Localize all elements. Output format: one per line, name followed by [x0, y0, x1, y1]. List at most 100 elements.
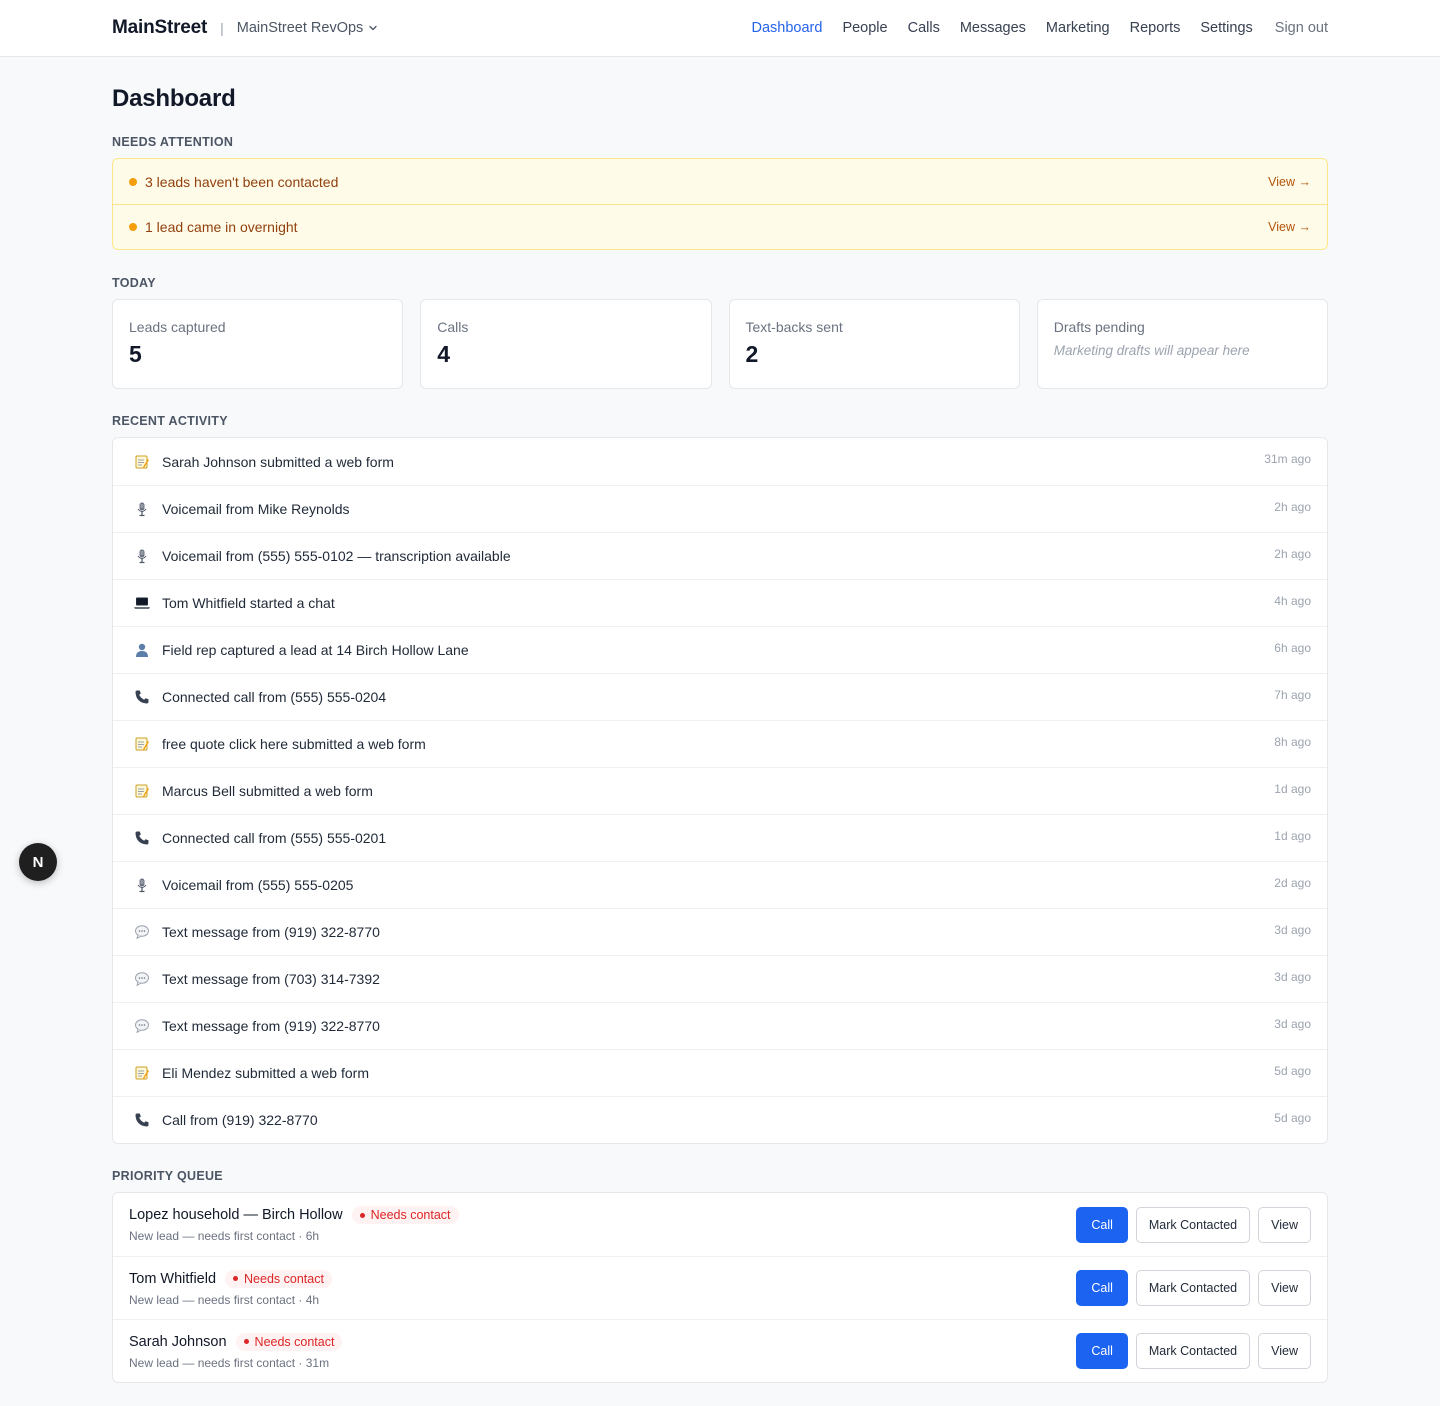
activity-time: 7h ago — [1274, 688, 1311, 702]
queue-item: Lopez household — Birch Hollow Needs cont… — [113, 1193, 1327, 1256]
stat-value: 5 — [129, 341, 142, 367]
alert-view-link[interactable]: View → — [1268, 220, 1311, 234]
speech-bubble-icon — [133, 1017, 151, 1035]
warning-dot-icon — [129, 177, 137, 186]
speech-bubble-icon — [133, 923, 151, 941]
phone-icon — [133, 688, 151, 706]
call-button[interactable]: Call — [1076, 1270, 1128, 1306]
lead-name[interactable]: Sarah Johnson — [129, 1334, 227, 1350]
main-nav: Dashboard People Calls Messages Marketin… — [732, 20, 1329, 36]
nav-settings[interactable]: Settings — [1200, 20, 1252, 36]
microphone-icon — [133, 876, 151, 894]
status-badge: Needs contact — [351, 1206, 459, 1224]
today-label: TODAY — [112, 276, 156, 290]
memo-icon — [133, 735, 151, 753]
dev-tools-badge[interactable]: N — [19, 843, 57, 881]
person-icon — [133, 641, 151, 659]
status-badge-text: Needs contact — [254, 1334, 335, 1349]
memo-icon — [133, 782, 151, 800]
nav-reports[interactable]: Reports — [1130, 20, 1181, 36]
recent-activity-label: RECENT ACTIVITY — [112, 414, 228, 428]
activity-item[interactable]: Eli Mendez submitted a web form 5d ago — [113, 1049, 1327, 1096]
nav-dashboard[interactable]: Dashboard — [752, 20, 823, 36]
mark-contacted-button[interactable]: Mark Contacted — [1135, 1333, 1251, 1369]
activity-time: 2h ago — [1274, 547, 1311, 561]
activity-item[interactable]: Call from (919) 322-8770 5d ago — [113, 1096, 1327, 1143]
status-badge-text: Needs contact — [370, 1208, 451, 1222]
activity-time: 3d ago — [1274, 923, 1311, 937]
priority-queue-label: PRIORITY QUEUE — [112, 1169, 223, 1183]
alert-row: 1 lead came in overnight View → — [113, 204, 1327, 249]
activity-time: 1d ago — [1274, 782, 1311, 796]
activity-text: Voicemail from (555) 555-0205 — [162, 877, 354, 893]
stat-card-leads: Leads captured 5 — [112, 299, 404, 389]
microphone-icon — [133, 547, 151, 565]
view-button[interactable]: View — [1258, 1270, 1311, 1306]
activity-time: 8h ago — [1274, 735, 1311, 749]
status-badge: Needs contact — [235, 1332, 343, 1351]
activity-time: 6h ago — [1274, 641, 1311, 655]
activity-item[interactable]: free quote click here submitted a web fo… — [113, 720, 1327, 767]
activity-time: 3d ago — [1274, 970, 1311, 984]
queue-item: Sarah Johnson Needs contact New lead — nee… — [113, 1319, 1327, 1382]
activity-time: 2d ago — [1274, 876, 1311, 890]
org-switcher[interactable]: MainStreet RevOps — [237, 20, 379, 36]
microphone-icon — [133, 500, 151, 518]
org-name: MainStreet RevOps — [236, 20, 364, 36]
warning-dot-icon — [129, 223, 137, 231]
stat-card-drafts: Drafts pending Marketing drafts will app… — [1036, 299, 1328, 389]
lead-subtitle: New lead — needs first contact · 4h — [129, 1292, 320, 1307]
activity-item[interactable]: Voicemail from (555) 555-0102 — transcri… — [113, 532, 1327, 579]
phone-icon — [133, 829, 151, 847]
activity-item[interactable]: Text message from (919) 322-8770 3d ago — [113, 1002, 1327, 1049]
mark-contacted-button[interactable]: Mark Contacted — [1135, 1206, 1251, 1243]
activity-item[interactable]: Text message from (919) 322-8770 3d ago — [113, 908, 1327, 955]
activity-item[interactable]: Tom Whitfield started a chat 4h ago — [113, 579, 1327, 626]
activity-text: Voicemail from (555) 555-0102 — transcri… — [162, 548, 511, 564]
activity-item[interactable]: Marcus Bell submitted a web form 1d ago — [113, 767, 1327, 814]
lead-name[interactable]: Lopez household — Birch Hollow — [129, 1207, 343, 1223]
lead-subtitle: New lead — needs first contact · 31m — [129, 1355, 330, 1370]
alert-view-link[interactable]: View → — [1268, 175, 1311, 189]
call-button[interactable]: Call — [1076, 1206, 1128, 1243]
status-badge: Needs contact — [225, 1269, 332, 1288]
activity-text: Connected call from (555) 555-0201 — [162, 830, 387, 846]
activity-text: Voicemail from Mike Reynolds — [162, 501, 350, 517]
activity-text: Text message from (919) 322-8770 — [162, 1018, 380, 1034]
view-button[interactable]: View — [1258, 1206, 1311, 1243]
phone-icon — [133, 1111, 151, 1129]
view-button[interactable]: View — [1258, 1333, 1311, 1369]
lead-name[interactable]: Tom Whitfield — [129, 1271, 216, 1287]
logo[interactable]: MainStreet — [112, 17, 207, 39]
activity-time: 31m ago — [1264, 452, 1311, 466]
status-dot-icon — [243, 1339, 249, 1344]
chevron-down-icon — [368, 23, 378, 33]
alert-text: 3 leads haven't been contacted — [145, 173, 339, 190]
stat-label: Leads captured — [129, 319, 226, 335]
sign-out-link[interactable]: Sign out — [1275, 20, 1328, 36]
nav-marketing[interactable]: Marketing — [1046, 20, 1110, 36]
activity-item[interactable]: Voicemail from (555) 555-0205 2d ago — [113, 861, 1327, 908]
top-bar: MainStreet | MainStreet RevOps Dashboard… — [0, 0, 1440, 57]
activity-text: Sarah Johnson submitted a web form — [162, 453, 394, 470]
lead-subtitle: New lead — needs first contact · 6h — [129, 1229, 320, 1243]
nav-people[interactable]: People — [842, 20, 887, 36]
call-button[interactable]: Call — [1076, 1333, 1128, 1369]
mark-contacted-button[interactable]: Mark Contacted — [1135, 1270, 1251, 1306]
activity-item[interactable]: Connected call from (555) 555-0204 7h ago — [113, 673, 1327, 720]
stat-empty-note: Marketing drafts will appear here — [1053, 343, 1250, 358]
activity-item[interactable]: Connected call from (555) 555-0201 1d ago — [113, 814, 1327, 861]
stat-card-textbacks: Text-backs sent 2 — [728, 299, 1020, 389]
activity-item[interactable]: Field rep captured a lead at 14 Birch Ho… — [113, 626, 1327, 673]
activity-item[interactable]: Voicemail from Mike Reynolds 2h ago — [113, 485, 1327, 532]
activity-item[interactable]: Sarah Johnson submitted a web form 31m ag… — [113, 438, 1327, 485]
page-title: Dashboard — [112, 85, 236, 112]
needs-attention-label: NEEDS ATTENTION — [112, 135, 234, 149]
stat-label: Calls — [437, 319, 469, 335]
stat-value: 4 — [437, 341, 451, 367]
activity-text: Call from (919) 322-8770 — [162, 1112, 318, 1128]
activity-item[interactable]: Text message from (703) 314-7392 3d ago — [113, 955, 1327, 1002]
activity-time: 3d ago — [1274, 1017, 1311, 1031]
nav-messages[interactable]: Messages — [960, 20, 1026, 36]
nav-calls[interactable]: Calls — [908, 20, 940, 36]
